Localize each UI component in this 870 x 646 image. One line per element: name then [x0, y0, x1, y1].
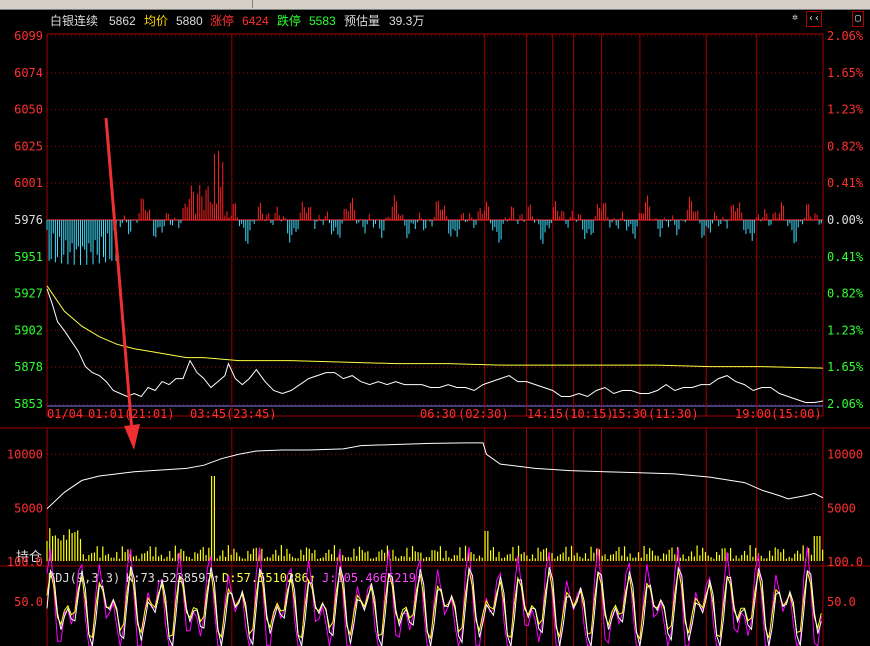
open-interest-panel: 10000 100005000 5000持仓: [7, 442, 863, 565]
time-axis-label: 06:30: [420, 407, 456, 421]
pct-tick-label: 2.06%: [827, 397, 864, 411]
price-tick-label: 5853: [14, 397, 43, 411]
price-tick-label: 6050: [14, 103, 43, 117]
breadth-bars: [46, 150, 822, 265]
time-axis-label: 19:00: [735, 407, 771, 421]
oi-left-tick: 5000: [14, 502, 43, 516]
kdj-d-value: D:57.5510286↑: [222, 571, 316, 585]
pct-tick-label: 1.65%: [827, 66, 864, 80]
kdj-panel: KDJ(9,3,3) K:73.5228597↑ D:57.5510286↑ J:10…: [7, 546, 863, 646]
time-axis-label: (23:45): [226, 407, 277, 421]
time-axis-label: 01:01: [88, 407, 124, 421]
time-axis-label: 15:30: [611, 407, 647, 421]
price-left-axis: 6099 6074 6050 6025 6001 5976 5951 5927 5902 5878…: [14, 29, 43, 411]
annotation-arrowhead-icon: [124, 424, 140, 450]
kdj-j-value: J:105.4665219↑: [322, 571, 423, 585]
price-tick-label: 5878: [14, 360, 43, 374]
kdj-right-tick: 100.0: [827, 555, 863, 569]
pct-tick-label: 0.82%: [827, 287, 864, 301]
time-axis-label: 03:45: [190, 407, 226, 421]
pct-tick-label: 1.23%: [827, 323, 864, 337]
time-axis-label: (15:00): [771, 407, 822, 421]
pct-tick-label: 1.65%: [827, 360, 864, 374]
oi-right-tick: 10000: [827, 447, 863, 461]
price-tick-label: 5902: [14, 323, 43, 337]
price-tick-label: 6074: [14, 66, 43, 80]
time-axis-label: 01/04: [47, 407, 83, 421]
pct-tick-label: 0.41%: [827, 250, 864, 264]
intraday-chart: 6099 6074 6050 6025 6001 5976 5951 5927 5902 5878…: [0, 29, 870, 646]
time-axis-label: (10:15): [563, 407, 614, 421]
time-axis: 01/04 01:01 (21:01) 03:45 (23:45) 06:30 (02:30…: [47, 407, 822, 421]
price-tick-label: 5976: [14, 213, 43, 227]
time-axis-label: (11:30): [648, 407, 699, 421]
price-tick-label: 6001: [14, 176, 43, 190]
price-tick-label: 5951: [14, 250, 43, 264]
price-right-axis: 2.06% 1.65% 1.23% 0.82% 0.41% 0.00% 0.41% 0.82%…: [827, 29, 864, 411]
pct-tick-label: 0.41%: [827, 176, 864, 190]
kdj-left-tick: 50.0: [14, 595, 43, 609]
session-markers: [46, 34, 758, 646]
oi-left-tick: 10000: [7, 447, 43, 461]
price-tick-label: 6099: [14, 29, 43, 43]
pct-tick-label: 0.82%: [827, 139, 864, 153]
time-axis-label: 14:15: [527, 407, 563, 421]
price-tick-label: 5927: [14, 287, 43, 301]
pct-tick-label: 0.00%: [827, 213, 864, 227]
kdj-right-tick: 50.0: [827, 595, 856, 609]
kdj-left-tick: 100.0: [7, 555, 43, 569]
pct-tick-label: 2.06%: [827, 29, 864, 43]
price-tick-label: 6025: [14, 139, 43, 153]
time-axis-label: (02:30): [458, 407, 509, 421]
annotation-arrow: [104, 117, 140, 450]
oi-right-tick: 5000: [827, 502, 856, 516]
annotation-arrow-line: [104, 117, 134, 433]
pct-tick-label: 1.23%: [827, 103, 864, 117]
